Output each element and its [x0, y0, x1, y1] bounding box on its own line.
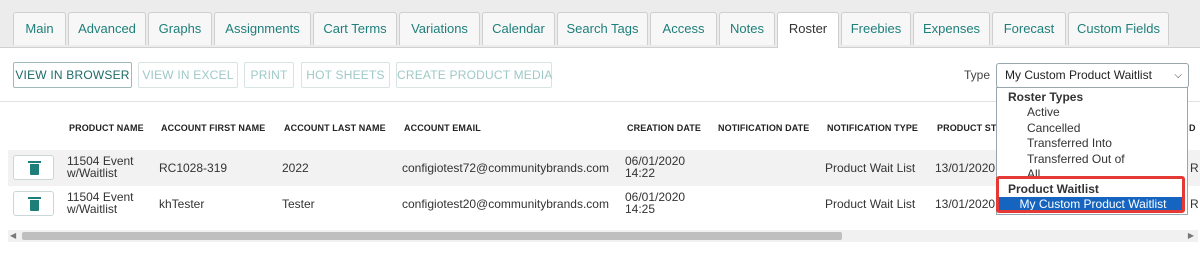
option-all[interactable]: All: [1027, 167, 1040, 181]
cell-creation-date: 06/01/2020 14:25: [625, 190, 686, 216]
header-product-status[interactable]: PRODUCT ST: [937, 123, 997, 133]
delete-button[interactable]: [13, 155, 54, 180]
tab-advanced[interactable]: Advanced: [68, 12, 146, 45]
header-account-last-name[interactable]: ACCOUNT LAST NAME: [284, 123, 386, 133]
group-roster-types: Roster Types: [1008, 90, 1084, 104]
cell-notification-type: Product Wait List: [825, 161, 916, 175]
type-select[interactable]: My Custom Product Waitlist ⌵: [996, 63, 1189, 88]
group-product-waitlist: Product Waitlist: [1008, 182, 1099, 196]
type-dropdown-list: Roster Types Active Cancelled Transferre…: [996, 87, 1188, 215]
tab-graphs[interactable]: Graphs: [148, 12, 212, 45]
option-cancelled[interactable]: Cancelled: [1027, 121, 1080, 135]
header-account-email[interactable]: ACCOUNT EMAIL: [404, 123, 481, 133]
cell-email: configiotest20@communitybrands.com: [402, 197, 609, 211]
tab-cart-terms[interactable]: Cart Terms: [313, 12, 397, 45]
tab-custom-fields[interactable]: Custom Fields: [1068, 12, 1169, 45]
trash-icon: [28, 197, 41, 211]
tab-freebies[interactable]: Freebies: [841, 12, 911, 45]
tab-main[interactable]: Main: [13, 12, 66, 45]
delete-button[interactable]: [13, 191, 54, 216]
tab-variations[interactable]: Variations: [399, 12, 480, 45]
header-notification-type[interactable]: NOTIFICATION TYPE: [827, 123, 918, 133]
tab-calendar[interactable]: Calendar: [482, 12, 555, 45]
cell-extra: R: [1190, 161, 1199, 175]
tab-forecast[interactable]: Forecast: [992, 12, 1066, 45]
cell-product-name: 11504 Event w/Waitlist: [67, 154, 134, 180]
header-creation-date[interactable]: CREATION DATE: [627, 123, 701, 133]
hot-sheets-button[interactable]: HOT SHEETS: [301, 62, 390, 88]
cell-extra: R: [1190, 197, 1199, 211]
scroll-left-icon[interactable]: ◀: [10, 231, 16, 240]
chevron-down-icon: ⌵: [1174, 70, 1182, 81]
view-in-browser-button[interactable]: VIEW IN BROWSER: [13, 62, 132, 88]
cell-product-name: 11504 Event w/Waitlist: [67, 190, 134, 216]
cell-last-name: Tester: [282, 197, 315, 211]
cell-email: configiotest72@communitybrands.com: [402, 161, 609, 175]
cell-first-name: khTester: [159, 197, 205, 211]
tab-access[interactable]: Access: [650, 12, 717, 45]
horizontal-scrollbar[interactable]: ◀ ▶: [8, 230, 1198, 242]
header-product-name[interactable]: PRODUCT NAME: [69, 123, 144, 133]
type-select-value: My Custom Product Waitlist: [1005, 68, 1152, 82]
cell-product-status: 13/01/2020: [935, 161, 996, 175]
option-my-custom-product-waitlist[interactable]: My Custom Product Waitlist: [999, 197, 1185, 211]
scroll-right-icon[interactable]: ▶: [1188, 231, 1194, 240]
header-extra[interactable]: D: [1189, 123, 1196, 133]
cell-product-status: 13/01/2020: [935, 197, 996, 211]
option-transferred-out-of[interactable]: Transferred Out of: [1027, 152, 1125, 166]
cell-first-name: RC1028-319: [159, 161, 228, 175]
tab-assignments[interactable]: Assignments: [214, 12, 311, 45]
tab-expenses[interactable]: Expenses: [913, 12, 990, 45]
view-in-excel-button[interactable]: VIEW IN EXCEL: [138, 62, 238, 88]
tab-bar: Main Advanced Graphs Assignments Cart Te…: [0, 0, 1200, 49]
print-button[interactable]: PRINT: [244, 62, 294, 88]
header-account-first-name[interactable]: ACCOUNT FIRST NAME: [161, 123, 265, 133]
tab-notes[interactable]: Notes: [719, 12, 775, 45]
create-product-media-button[interactable]: CREATE PRODUCT MEDIA: [396, 62, 552, 88]
header-notification-date[interactable]: NOTIFICATION DATE: [718, 123, 809, 133]
cell-notification-type: Product Wait List: [825, 197, 916, 211]
tab-search-tags[interactable]: Search Tags: [557, 12, 648, 45]
cell-last-name: 2022: [282, 161, 309, 175]
option-active[interactable]: Active: [1027, 105, 1060, 119]
scrollbar-thumb[interactable]: [22, 232, 842, 240]
tab-roster[interactable]: Roster: [777, 12, 839, 49]
type-label: Type: [964, 68, 991, 82]
cell-creation-date: 06/01/2020 14:22: [625, 154, 686, 180]
option-transferred-into[interactable]: Transferred Into: [1027, 136, 1112, 150]
trash-icon: [28, 161, 41, 175]
